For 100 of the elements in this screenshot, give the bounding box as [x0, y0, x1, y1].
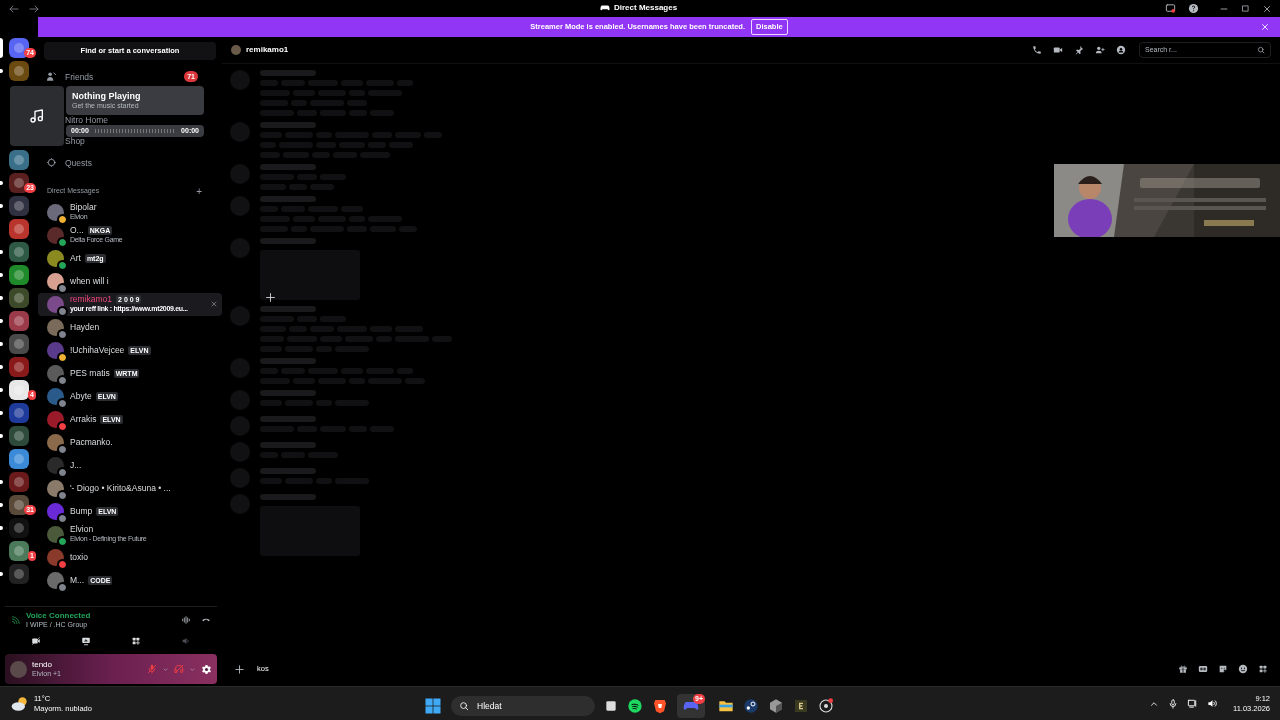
nav-item[interactable]: Quests: [38, 152, 222, 174]
avatar: [47, 341, 64, 359]
sticker-icon[interactable]: [1218, 664, 1228, 674]
username: Arrakis: [70, 414, 97, 424]
username: when will i: [70, 276, 109, 286]
video-camera-icon[interactable]: [1053, 45, 1063, 55]
username: Bump: [70, 506, 93, 516]
server-icon[interactable]: [9, 380, 29, 400]
lion-browser-icon[interactable]: [652, 698, 668, 714]
dm-item[interactable]: Pacmanko.: [38, 430, 222, 454]
username: O...: [70, 225, 84, 235]
steam-icon[interactable]: [743, 698, 759, 714]
record-app-icon[interactable]: [818, 698, 834, 714]
username: Art: [70, 253, 81, 263]
avatar: [47, 433, 64, 451]
username: !UchihaVejcee: [70, 345, 125, 355]
dm-item[interactable]: J...: [38, 453, 222, 477]
voice-status: Voice Connected: [26, 611, 91, 620]
pin-icon[interactable]: [1074, 45, 1084, 55]
cube-app-icon[interactable]: [768, 698, 784, 714]
nav-item[interactable]: Nitro Home: [65, 115, 108, 124]
user-profile-icon[interactable]: [1116, 45, 1126, 55]
dm-item[interactable]: '- Diogo • Kirito&Asuna • ...: [38, 476, 222, 500]
avatar: [47, 410, 64, 428]
avatar: [10, 660, 27, 678]
nav-item[interactable]: Shop: [65, 137, 85, 146]
username: toxio: [70, 552, 88, 562]
microphone-icon[interactable]: [1168, 698, 1178, 709]
channel-name: remikamo1: [246, 44, 289, 56]
avatar: [47, 548, 64, 566]
screen-share-icon[interactable]: [1165, 3, 1176, 14]
avatar: [47, 525, 64, 543]
task-view-icon[interactable]: [604, 699, 618, 713]
avatar: [47, 295, 64, 313]
gift-icon[interactable]: [1178, 664, 1188, 674]
dm-item[interactable]: toxio: [38, 545, 222, 569]
server-icon[interactable]: [9, 541, 29, 561]
server-icon[interactable]: [9, 265, 29, 285]
folder-icon[interactable]: [718, 698, 734, 714]
avatar: [47, 456, 64, 474]
username: tendo: [32, 660, 54, 669]
avatar: [47, 226, 64, 244]
plus-icon: [264, 291, 277, 304]
plus-icon[interactable]: [234, 663, 245, 675]
music-app-icon[interactable]: [627, 698, 643, 714]
server-icon[interactable]: [9, 449, 29, 469]
game-app-icon[interactable]: [793, 698, 809, 714]
activities-icon[interactable]: [131, 636, 141, 646]
dm-item[interactable]: Hayden: [38, 315, 222, 339]
search-field[interactable]: Hledat: [451, 696, 595, 716]
microphone-muted-icon[interactable]: [147, 664, 157, 674]
username: remikamo1: [70, 294, 113, 304]
phone-call-icon[interactable]: [1032, 45, 1042, 55]
dm-item[interactable]: when will i: [38, 269, 222, 293]
username: Bipolar: [70, 202, 97, 212]
username: M...: [70, 575, 85, 585]
windows-start-icon[interactable]: [424, 697, 442, 715]
avatar: [47, 318, 64, 336]
camera-off-icon[interactable]: [31, 636, 41, 646]
avatar: [47, 479, 64, 497]
close-icon[interactable]: [1260, 22, 1270, 32]
username: PES matis: [70, 368, 110, 378]
add-dm-button[interactable]: +: [196, 183, 202, 199]
avatar: [47, 387, 64, 405]
server-icon[interactable]: [9, 150, 29, 170]
music-note-icon: [29, 108, 45, 124]
quests-icon: [46, 157, 57, 169]
help-icon[interactable]: [1188, 3, 1199, 14]
network-icon[interactable]: [1187, 698, 1198, 709]
screen-share-icon[interactable]: [81, 636, 91, 646]
avatar: [47, 272, 64, 290]
search-icon: [459, 701, 469, 711]
username: Elvion: [70, 524, 94, 534]
track-title: Nothing Playing: [72, 90, 142, 101]
search-icon: [1257, 46, 1265, 54]
avatar: [47, 502, 64, 520]
friends-icon: [46, 71, 57, 83]
apps-icon[interactable]: [1258, 664, 1268, 674]
username: Hayden: [70, 322, 100, 332]
username: J...: [70, 460, 82, 470]
maximize-icon[interactable]: [1241, 4, 1250, 13]
window-title: Direct Messages: [614, 2, 678, 14]
close-icon[interactable]: [1262, 3, 1272, 14]
sound-wave-icon[interactable]: [181, 615, 191, 625]
settings-icon[interactable]: [201, 663, 212, 675]
add-friend-icon[interactable]: [1095, 45, 1105, 55]
signal-icon: [11, 615, 20, 625]
gif-icon[interactable]: [1198, 664, 1208, 674]
username: Abyte: [70, 391, 92, 401]
close-icon[interactable]: [210, 300, 218, 308]
avatar: [47, 203, 64, 221]
speaker-icon[interactable]: [1207, 698, 1218, 709]
avatar: [47, 364, 64, 382]
avatar: [231, 45, 241, 55]
username: '- Diogo • Kirito&Asuna • ...: [70, 483, 171, 493]
emoji-icon[interactable]: [1238, 664, 1248, 674]
avatar: [47, 249, 64, 267]
progress-track[interactable]: [94, 129, 176, 133]
game-controller-icon: [600, 3, 610, 13]
search-placeholder: Hledat: [477, 699, 502, 713]
